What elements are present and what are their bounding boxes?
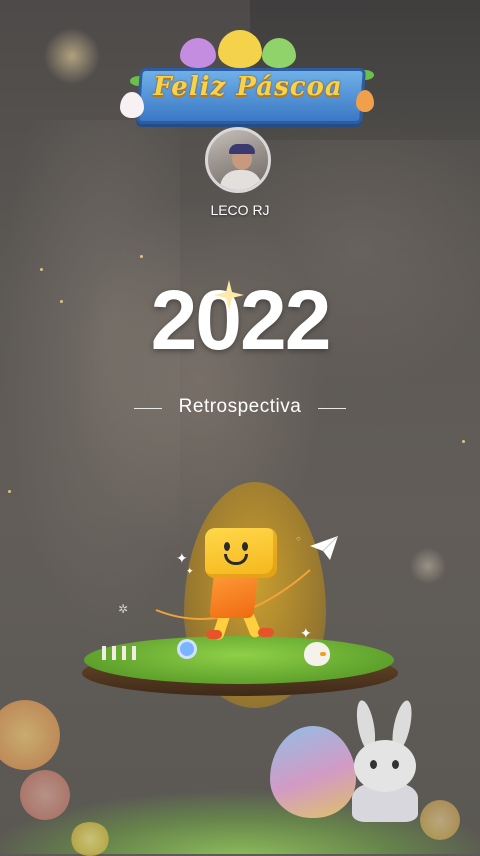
divider-line	[318, 408, 346, 409]
grass-island	[84, 636, 394, 684]
character-shoe	[258, 628, 274, 637]
subtitle-row: Retrospectiva	[130, 396, 350, 420]
easter-egg-icon	[356, 90, 374, 112]
sparkle-dot	[8, 490, 11, 493]
bunny-eye	[370, 760, 377, 769]
character-shoe	[206, 630, 222, 639]
easter-egg-icon	[180, 38, 216, 68]
flower-icon	[420, 800, 460, 840]
easter-egg-icon	[262, 38, 296, 68]
paper-plane-icon	[310, 536, 338, 560]
gear-sparkle-icon: ✲	[118, 602, 129, 616]
character-eye	[224, 542, 230, 551]
bunny-eye	[392, 760, 399, 769]
sparkle-icon: ✦	[176, 550, 188, 566]
avatar-body	[220, 170, 262, 190]
flower-icon	[20, 770, 70, 820]
easter-banner: Feliz Páscoa	[120, 30, 374, 125]
sparkle-dot	[140, 255, 143, 258]
avatar-cap	[229, 144, 255, 154]
easter-egg-icon	[218, 30, 262, 68]
sparkle-dot	[60, 300, 63, 303]
sparkle-icon	[214, 280, 244, 310]
flower-icon	[180, 642, 194, 656]
flower-icon	[120, 92, 144, 118]
character-eye	[242, 542, 248, 551]
sparkle-dot: ○	[296, 534, 301, 543]
retrospective-label: Retrospectiva	[178, 396, 302, 417]
bunny-face	[354, 740, 416, 792]
fence-icon	[102, 646, 138, 660]
bunny-icon	[350, 698, 420, 822]
flower-icon	[70, 822, 110, 856]
sparkle-dot	[462, 440, 465, 443]
sparkle-icon: ✦	[186, 566, 194, 576]
avatar[interactable]	[205, 127, 271, 193]
chick-icon	[304, 642, 330, 666]
banner-title: Feliz Páscoa	[153, 72, 343, 102]
mascot-character	[205, 528, 277, 578]
character-smile	[224, 554, 248, 565]
sparkle-icon: ✦	[300, 625, 312, 641]
sparkle-dot	[40, 268, 43, 271]
username: LECO RJ	[210, 202, 270, 218]
